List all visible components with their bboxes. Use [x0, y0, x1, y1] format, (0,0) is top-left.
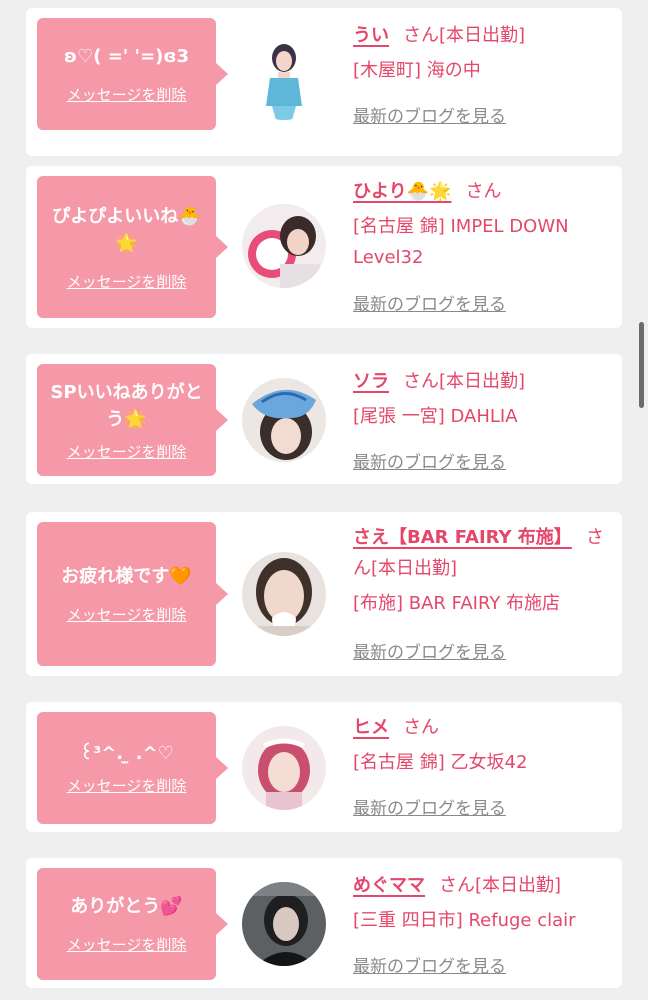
- latest-blog-link[interactable]: 最新のブログを見る: [353, 448, 506, 473]
- message-card: お疲れ様です🧡 メッセージを削除 さえ【BAR FAIRY 布施】 さん[本日出勤…: [26, 512, 622, 676]
- honorific: さん: [403, 371, 439, 392]
- profile-info: ヒメ さん [名古屋 錦] 乙女坂42: [353, 712, 615, 778]
- message-card: SPいいねありがとう🌟 メッセージを削除 ソラ さん[本日出勤] [尾張 一宮] …: [26, 354, 622, 484]
- avatar[interactable]: [242, 204, 326, 288]
- profile-name-link[interactable]: さえ【BAR FAIRY 布施】: [353, 527, 572, 548]
- delete-message-link[interactable]: メッセージを削除: [67, 84, 187, 105]
- work-status: [本日出勤]: [439, 371, 526, 392]
- profile-name-link[interactable]: めぐママ: [353, 875, 425, 896]
- delete-message-link[interactable]: メッセージを削除: [67, 271, 187, 292]
- profile-name-link[interactable]: ひより🐣🌟: [353, 181, 451, 202]
- shop-location: [名古屋 錦] 乙女坂42: [353, 752, 528, 773]
- message-text: SPいいねありがとう🌟: [50, 381, 203, 430]
- message-card: ꒰³^. ̫ .^♡ メッセージを削除 ヒメ さん [名古屋 錦] 乙女坂42 最…: [26, 702, 622, 832]
- work-status: [本日出勤]: [439, 25, 526, 46]
- honorific: さん: [403, 25, 439, 46]
- shop-location: [木屋町] 海の中: [353, 60, 481, 81]
- delete-message-link[interactable]: メッセージを削除: [67, 934, 187, 955]
- profile-name-link[interactable]: うい: [353, 25, 389, 46]
- shop-location: [尾張 一宮] DAHLIA: [353, 406, 518, 427]
- message-card: ありがとう💕 メッセージを削除 めぐママ さん[本日出勤] [三重 四日市] Re…: [26, 858, 622, 988]
- message-card: ぴよぴよいいね🐣🌟 メッセージを削除 ひより🐣🌟 さん [名古屋 錦] IMPEL…: [26, 166, 622, 328]
- avatar[interactable]: [242, 552, 326, 636]
- shop-location: [三重 四日市] Refuge clair: [353, 910, 576, 931]
- avatar[interactable]: [242, 378, 326, 462]
- delete-message-link[interactable]: メッセージを削除: [67, 441, 187, 462]
- message-text: ꒰³^. ̫ .^♡: [79, 743, 174, 764]
- work-status: [本日出勤]: [371, 558, 458, 579]
- message-text: ぴよぴよいいね🐣🌟: [52, 205, 201, 254]
- latest-blog-link[interactable]: 最新のブログを見る: [353, 638, 506, 663]
- avatar[interactable]: [242, 882, 326, 966]
- shop-location: [名古屋 錦] IMPEL DOWN Level32: [353, 216, 569, 268]
- profile-name-link[interactable]: ヒメ: [353, 717, 389, 738]
- latest-blog-link[interactable]: 最新のブログを見る: [353, 794, 506, 819]
- message-text: ありがとう💕: [70, 896, 183, 917]
- profile-info: ソラ さん[本日出勤] [尾張 一宮] DAHLIA: [353, 366, 615, 432]
- honorific: さん: [465, 181, 502, 202]
- scrollbar[interactable]: [639, 322, 644, 408]
- profile-info: めぐママ さん[本日出勤] [三重 四日市] Refuge clair: [353, 870, 615, 936]
- message-bubble: ぴよぴよいいね🐣🌟 メッセージを削除: [37, 176, 228, 318]
- message-bubble: お疲れ様です🧡 メッセージを削除: [37, 522, 228, 666]
- profile-info: うい さん[本日出勤] [木屋町] 海の中: [353, 20, 615, 86]
- work-status: [本日出勤]: [475, 875, 562, 896]
- message-bubble: ʚ♡( =' '=)ɞ3 メッセージを削除: [37, 18, 228, 130]
- message-text: お疲れ様です🧡: [61, 566, 192, 587]
- profile-name-link[interactable]: ソラ: [353, 371, 389, 392]
- profile-info: さえ【BAR FAIRY 布施】 さん[本日出勤] [布施] BAR FAIRY …: [353, 522, 615, 619]
- honorific: さん: [403, 717, 439, 738]
- message-bubble: ꒰³^. ̫ .^♡ メッセージを削除: [37, 712, 228, 824]
- message-text: ʚ♡( =' '=)ɞ3: [63, 46, 190, 67]
- message-bubble: ありがとう💕 メッセージを削除: [37, 868, 228, 980]
- shop-location: [布施] BAR FAIRY 布施店: [353, 593, 561, 614]
- avatar[interactable]: [242, 36, 326, 120]
- honorific: さん: [439, 875, 475, 896]
- latest-blog-link[interactable]: 最新のブログを見る: [353, 290, 506, 315]
- delete-message-link[interactable]: メッセージを削除: [67, 604, 187, 625]
- message-card: ʚ♡( =' '=)ɞ3 メッセージを削除 うい さん[本日出勤] [木屋町] 海…: [26, 8, 622, 156]
- delete-message-link[interactable]: メッセージを削除: [67, 775, 187, 796]
- latest-blog-link[interactable]: 最新のブログを見る: [353, 102, 506, 127]
- profile-info: ひより🐣🌟 さん [名古屋 錦] IMPEL DOWN Level32: [353, 176, 615, 273]
- avatar[interactable]: [242, 726, 326, 810]
- latest-blog-link[interactable]: 最新のブログを見る: [353, 952, 506, 977]
- message-bubble: SPいいねありがとう🌟 メッセージを削除: [37, 364, 228, 476]
